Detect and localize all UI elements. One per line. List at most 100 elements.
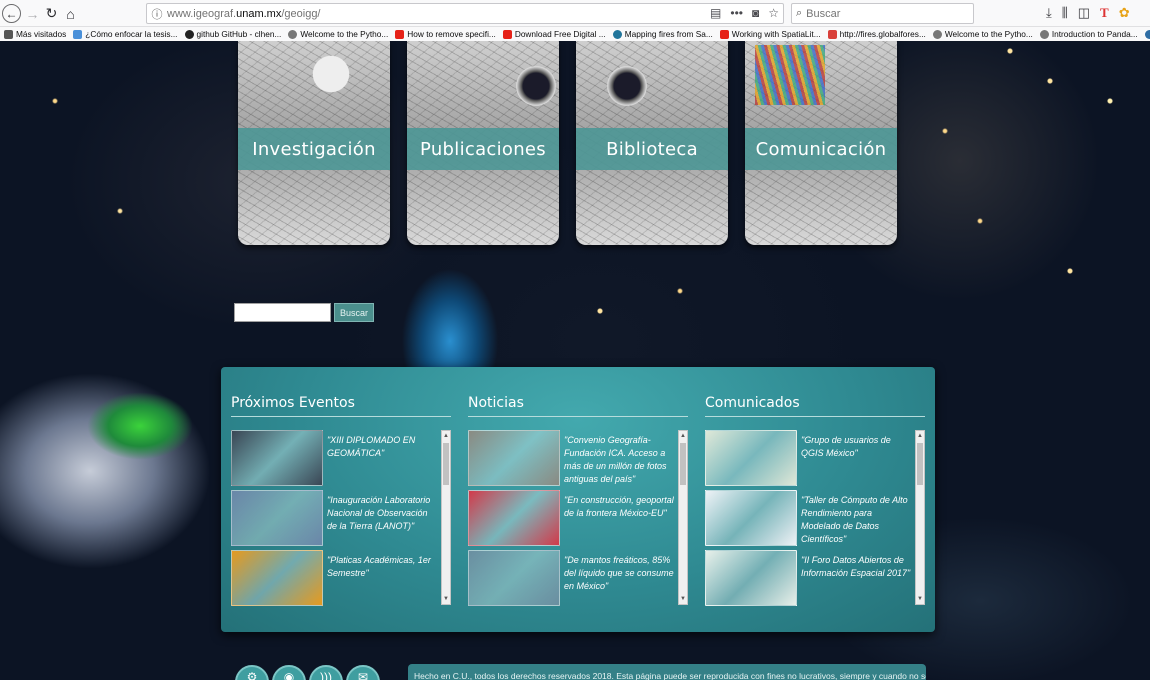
- list-item[interactable]: "En construcción, geoportal de la fronte…: [468, 490, 674, 546]
- page-background: Investigación Publicaciones Biblioteca C…: [0, 41, 1150, 680]
- home-icon[interactable]: ⌂: [61, 4, 80, 23]
- item-thumbnail[interactable]: [231, 430, 323, 486]
- scroll-thumb[interactable]: [917, 443, 923, 485]
- site-search-button[interactable]: Buscar: [334, 303, 375, 322]
- news-panel: Próximos Eventos "XIII DIPLOMADO EN GEOMÁ…: [221, 367, 935, 632]
- bookmark-item[interactable]: Download Free Digital ...: [502, 29, 606, 39]
- scroll-down-icon[interactable]: ▼: [679, 594, 687, 604]
- item-title[interactable]: "II Foro Datos Abiertos de Información E…: [801, 550, 911, 606]
- scrollbar[interactable]: ▲ ▼: [915, 430, 925, 605]
- item-title[interactable]: "Platicas Académicas, 1er Semestre": [327, 550, 437, 606]
- browser-search-input[interactable]: [806, 7, 957, 20]
- bookmark-item[interactable]: Working with SpatiaLit...: [719, 29, 821, 39]
- bookmark-label: Welcome to the Pytho...: [944, 29, 1033, 39]
- scroll-thumb[interactable]: [680, 443, 686, 485]
- list-item[interactable]: "Taller de Cómputo de Alto Rendimiento p…: [705, 490, 911, 546]
- scroll-thumb[interactable]: [443, 443, 449, 485]
- reader-view-icon[interactable]: ▤: [710, 6, 721, 20]
- page-actions-icon[interactable]: •••: [730, 6, 743, 20]
- color-extension-icon[interactable]: ✿: [1119, 5, 1130, 21]
- feed-icon[interactable]: ))): [309, 665, 343, 680]
- item-thumbnail[interactable]: [468, 430, 560, 486]
- list-item[interactable]: "De mantos freáticos, 85% del líquido qu…: [468, 550, 674, 606]
- mail-icon[interactable]: ✉: [346, 665, 380, 680]
- url-text[interactable]: www.igeograf.unam.mx/geoigg/: [167, 8, 321, 20]
- bookmark-item[interactable]: How to remove specifi...: [395, 29, 496, 39]
- bookmark-item[interactable]: Introduction to Panda...: [1039, 29, 1138, 39]
- bookmark-item[interactable]: DAAC2Disk | LP DAAC...: [1144, 29, 1150, 39]
- scroll-up-icon[interactable]: ▲: [916, 431, 924, 441]
- item-title[interactable]: "Grupo de usuarios de QGIS México": [801, 430, 911, 486]
- bookmark-item[interactable]: ¿Cómo enfocar la tesis...: [73, 29, 178, 39]
- forward-arrow-icon[interactable]: →: [23, 4, 42, 23]
- bookmark-item[interactable]: github GitHub - clhen...: [184, 29, 281, 39]
- scrollbar[interactable]: ▲ ▼: [441, 430, 451, 605]
- bookmark-item[interactable]: Mapping fires from Sa...: [612, 29, 713, 39]
- site-search-input[interactable]: [234, 303, 331, 322]
- item-title[interactable]: "Convenio Geografía-Fundación ICA. Acces…: [564, 430, 674, 486]
- list-item[interactable]: "II Foro Datos Abiertos de Información E…: [705, 550, 911, 606]
- footer-bar: Hecho en C.U., todos los derechos reserv…: [408, 664, 926, 680]
- bookmark-item[interactable]: Welcome to the Pytho...: [932, 29, 1033, 39]
- column-comunicados: Comunicados "Grupo de usuarios de QGIS Mé…: [705, 395, 925, 606]
- download-icon[interactable]: ⤓: [1046, 5, 1052, 21]
- browser-toolbar: ← → ↻ ⌂ ⓘ www.igeograf.unam.mx/geoigg/ ▤…: [0, 0, 1150, 27]
- pocket-icon[interactable]: ◙: [752, 6, 759, 20]
- list-item[interactable]: "Platicas Académicas, 1er Semestre": [231, 550, 437, 606]
- browser-search-bar[interactable]: ⌕: [791, 3, 974, 24]
- tile-investigacion[interactable]: Investigación: [238, 41, 390, 245]
- footer-icons: ⚙ ◉))) ✉: [235, 665, 380, 680]
- item-thumbnail[interactable]: [468, 550, 560, 606]
- site-icon: [827, 29, 837, 39]
- tile-label: Comunicación: [755, 138, 887, 160]
- info-icon[interactable]: ⓘ: [147, 6, 167, 22]
- scroll-list[interactable]: "Convenio Geografía-Fundación ICA. Acces…: [468, 430, 688, 606]
- earth-icon: [1144, 29, 1150, 39]
- url-bar[interactable]: ⓘ www.igeograf.unam.mx/geoigg/ ▤ ••• ◙ ☆: [146, 3, 784, 24]
- item-thumbnail[interactable]: [231, 490, 323, 546]
- tile-biblioteca[interactable]: Biblioteca: [576, 41, 728, 245]
- tile-publicaciones[interactable]: Publicaciones: [407, 41, 559, 245]
- item-title[interactable]: "Inauguración Laboratorio Nacional de Ob…: [327, 490, 437, 546]
- bookmark-label: Introduction to Panda...: [1051, 29, 1138, 39]
- scroll-up-icon[interactable]: ▲: [442, 431, 450, 441]
- stereoscope-illustration: [604, 63, 650, 109]
- reload-icon[interactable]: ↻: [42, 4, 61, 23]
- column-noticias: Noticias "Convenio Geografía-Fundación IC…: [468, 395, 688, 606]
- scroll-list[interactable]: "XIII DIPLOMADO EN GEOMÁTICA" "Inauguraci…: [231, 430, 451, 606]
- mug-illustration: [308, 51, 354, 97]
- scrollbar[interactable]: ▲ ▼: [678, 430, 688, 605]
- bookmark-item[interactable]: Welcome to the Pytho...: [288, 29, 388, 39]
- list-item[interactable]: "Grupo de usuarios de QGIS México": [705, 430, 911, 486]
- item-thumbnail[interactable]: [468, 490, 560, 546]
- scroll-up-icon[interactable]: ▲: [679, 431, 687, 441]
- item-title[interactable]: "En construcción, geoportal de la fronte…: [564, 490, 674, 546]
- back-arrow-icon[interactable]: ←: [2, 4, 21, 23]
- bookmark-star-icon[interactable]: ☆: [768, 6, 779, 20]
- scroll-list[interactable]: "Grupo de usuarios de QGIS México" "Talle…: [705, 430, 925, 606]
- settings-icon[interactable]: ⚙: [235, 665, 269, 680]
- list-item[interactable]: "XIII DIPLOMADO EN GEOMÁTICA": [231, 430, 437, 486]
- column-title: Noticias: [468, 395, 688, 417]
- item-thumbnail[interactable]: [705, 490, 797, 546]
- item-thumbnail[interactable]: [705, 550, 797, 606]
- scroll-down-icon[interactable]: ▼: [916, 594, 924, 604]
- list-item[interactable]: "Inauguración Laboratorio Nacional de Ob…: [231, 490, 437, 546]
- item-thumbnail[interactable]: [231, 550, 323, 606]
- section-tiles: Investigación Publicaciones Biblioteca C…: [238, 41, 898, 245]
- tile-comunicacion[interactable]: Comunicación: [745, 41, 897, 245]
- list-item[interactable]: "Convenio Geografía-Fundación ICA. Acces…: [468, 430, 674, 486]
- item-title[interactable]: "XIII DIPLOMADO EN GEOMÁTICA": [327, 430, 437, 486]
- scroll-down-icon[interactable]: ▼: [442, 594, 450, 604]
- item-thumbnail[interactable]: [705, 430, 797, 486]
- item-title[interactable]: "De mantos freáticos, 85% del líquido qu…: [564, 550, 674, 606]
- item-title[interactable]: "Taller de Cómputo de Alto Rendimiento p…: [801, 490, 911, 546]
- bookmark-item[interactable]: http://fires.globalfores...: [827, 29, 926, 39]
- library-icon[interactable]: ⫼: [1062, 5, 1068, 21]
- rss-icon[interactable]: ◉: [272, 665, 306, 680]
- column-title: Próximos Eventos: [231, 395, 451, 417]
- youtube-icon: [719, 29, 729, 39]
- sidebar-icon[interactable]: ◫: [1078, 5, 1090, 21]
- bookmark-item[interactable]: Más visitados: [4, 29, 66, 39]
- translate-extension-icon[interactable]: T: [1100, 5, 1109, 21]
